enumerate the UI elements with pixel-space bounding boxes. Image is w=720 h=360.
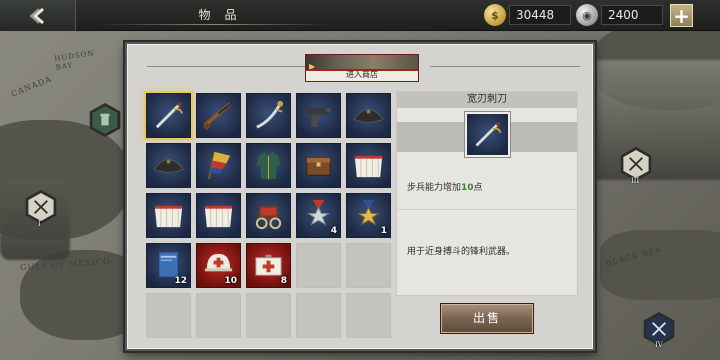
pistol-icon [306, 107, 331, 128]
inventory-slot-medic-helmet[interactable]: 10 [196, 243, 241, 288]
flags-icon [207, 151, 231, 180]
inventory-slot-empty[interactable] [296, 243, 341, 288]
bicorne-hat-icon [153, 159, 184, 173]
inventory-slot-tent[interactable] [346, 143, 391, 188]
inventory-slot-pistol[interactable] [296, 93, 341, 138]
add-currency-button[interactable]: + [670, 4, 693, 27]
tent-icon [154, 205, 183, 228]
enter-shop-button[interactable]: ▶ 进入商店 [305, 54, 419, 82]
map-label-hudson-bay: HUDSON BAY [53, 49, 95, 72]
inventory-panel: ▶ 进入商店 4 1 12 10 8 宽刃刺刀 步兵能力增加10点 用于近身搏斗… [125, 42, 595, 351]
inventory-slot-sabre[interactable] [146, 93, 191, 138]
inventory-slot-tent-3[interactable] [196, 193, 241, 238]
item-preview [465, 112, 510, 157]
sabre-icon [475, 121, 502, 147]
curved-sword-icon [256, 100, 284, 129]
top-bar: 物品 $ 30448 ◉ 2400 + [0, 0, 720, 31]
inventory-slot-empty[interactable] [346, 293, 391, 338]
silver-currency: ◉ 2400 [576, 4, 663, 26]
inventory-slot-ammo-box[interactable] [296, 143, 341, 188]
divider [397, 209, 577, 210]
inventory-slot-wagon[interactable] [246, 193, 291, 238]
inventory-slot-tent-2[interactable] [146, 193, 191, 238]
crossed-sabers-icon [629, 157, 643, 171]
gold-currency: $ 30448 [484, 4, 571, 26]
chevron-left-icon [30, 7, 44, 24]
enter-shop-label: 进入商店 [346, 70, 378, 79]
map-label-canada: CANADA [9, 74, 53, 99]
item-effect: 步兵能力增加10点 [407, 183, 483, 193]
inventory-slot-empty[interactable] [296, 293, 341, 338]
item-quantity: 1 [380, 226, 387, 236]
map-node-label-iv: IV [655, 341, 663, 349]
item-quantity: 10 [224, 276, 237, 286]
item-detail-panel: 宽刃刺刀 步兵能力增加10点 用于近身搏斗的锋利武器。 [396, 91, 578, 296]
inventory-slot-medkit[interactable]: 8 [246, 243, 291, 288]
crossed-sabers-icon [34, 200, 48, 214]
cavalry-scene [590, 60, 720, 180]
plus-icon: + [673, 3, 690, 28]
gold-coin-icon: $ [484, 4, 506, 26]
item-quantity: 8 [280, 276, 287, 286]
inventory-slot-hat-2[interactable] [146, 143, 191, 188]
inventory-slot-empty[interactable] [196, 293, 241, 338]
item-quantity: 4 [330, 226, 337, 236]
map-node-label-iii: III [631, 177, 640, 185]
inventory-slot-rifle[interactable] [196, 93, 241, 138]
effect-value: 10 [461, 183, 474, 193]
inventory-slot-empty[interactable] [346, 243, 391, 288]
sell-button[interactable]: 出售 [440, 303, 534, 334]
inventory-slot-gold-medal[interactable]: 1 [346, 193, 391, 238]
inventory-slot-empty[interactable] [146, 293, 191, 338]
divider [430, 66, 580, 67]
inventory-slot-manual[interactable]: 12 [146, 243, 191, 288]
wagon-icon [255, 205, 282, 230]
title-underline [100, 24, 330, 25]
inventory-slot-flags[interactable] [196, 143, 241, 188]
ammo-box-icon [306, 157, 331, 176]
tent-icon [354, 155, 383, 178]
silver-amount: 2400 [601, 5, 663, 25]
item-description: 用于近身搏斗的锋利武器。 [407, 247, 516, 257]
gold-amount: 30448 [509, 5, 571, 25]
bicorne-hat-icon [353, 109, 384, 123]
divider [147, 66, 307, 67]
tower-icon [100, 113, 110, 126]
silver-coin-icon: ◉ [576, 4, 598, 26]
inventory-slot-empty[interactable] [246, 293, 291, 338]
inventory-slot-cavalry-sabre[interactable] [246, 93, 291, 138]
tent-icon [204, 205, 233, 228]
rifle-icon [202, 101, 234, 131]
sabre-icon [155, 101, 184, 129]
uniform-icon [256, 151, 281, 180]
crossed-sabers-icon [652, 322, 666, 336]
back-button[interactable] [0, 0, 76, 31]
inventory-slot-silver-medal[interactable]: 4 [296, 193, 341, 238]
inventory-slot-uniform[interactable] [246, 143, 291, 188]
item-name: 宽刃刺刀 [397, 92, 577, 108]
page-title: 物品 [198, 8, 251, 22]
item-quantity: 12 [174, 276, 187, 286]
inventory-slot-hat[interactable] [346, 93, 391, 138]
map-node-label-i: I [38, 220, 41, 228]
